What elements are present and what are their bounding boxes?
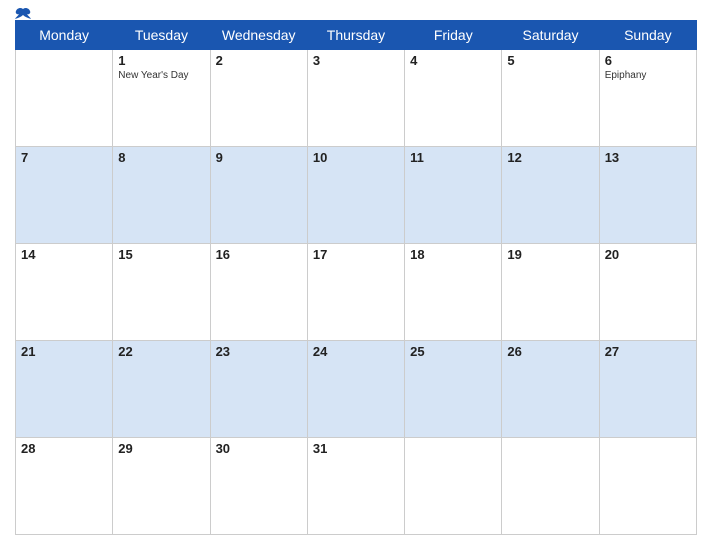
- calendar-cell: 18: [405, 244, 502, 341]
- calendar-cell: 7: [16, 147, 113, 244]
- day-number: 22: [118, 344, 204, 359]
- weekday-header-tuesday: Tuesday: [113, 21, 210, 50]
- day-number: 16: [216, 247, 302, 262]
- calendar-cell: 20: [599, 244, 696, 341]
- calendar-cell: 26: [502, 341, 599, 438]
- calendar-cell: [502, 438, 599, 535]
- weekday-header-sunday: Sunday: [599, 21, 696, 50]
- day-number: 11: [410, 150, 496, 165]
- day-number: 1: [118, 53, 204, 68]
- calendar-week-row: 789 10 11 12 13: [16, 147, 697, 244]
- calendar-cell: 12: [502, 147, 599, 244]
- day-number: 29: [118, 441, 204, 456]
- calendar-cell: 27: [599, 341, 696, 438]
- calendar-week-row: 28 29 30 31: [16, 438, 697, 535]
- day-number: 23: [216, 344, 302, 359]
- calendar-cell: 5: [502, 50, 599, 147]
- day-number: 12: [507, 150, 593, 165]
- calendar-cell: 16: [210, 244, 307, 341]
- day-number: 4: [410, 53, 496, 68]
- day-number: 2: [216, 53, 302, 68]
- day-number: 25: [410, 344, 496, 359]
- calendar-cell: 24: [307, 341, 404, 438]
- calendar-cell: 2: [210, 50, 307, 147]
- calendar-cell: [16, 50, 113, 147]
- calendar-cell: 22: [113, 341, 210, 438]
- calendar-cell: 25: [405, 341, 502, 438]
- calendar-cell: 17: [307, 244, 404, 341]
- day-number: 14: [21, 247, 107, 262]
- calendar-cell: [405, 438, 502, 535]
- day-number: 8: [118, 150, 204, 165]
- day-number: 18: [410, 247, 496, 262]
- calendar-cell: 30: [210, 438, 307, 535]
- day-number: 27: [605, 344, 691, 359]
- calendar-cell: 21: [16, 341, 113, 438]
- calendar-cell: 11: [405, 147, 502, 244]
- day-number: 30: [216, 441, 302, 456]
- calendar-cell: 3: [307, 50, 404, 147]
- calendar-cell: 8: [113, 147, 210, 244]
- calendar-cell: 14: [16, 244, 113, 341]
- day-number: 26: [507, 344, 593, 359]
- calendar-cell: 28: [16, 438, 113, 535]
- calendar-cell: 10: [307, 147, 404, 244]
- calendar-cell: 23: [210, 341, 307, 438]
- calendar-cell: 4: [405, 50, 502, 147]
- calendar-cell: 9: [210, 147, 307, 244]
- weekday-header-friday: Friday: [405, 21, 502, 50]
- calendar-cell: 31: [307, 438, 404, 535]
- day-number: 15: [118, 247, 204, 262]
- calendar-cell: 19: [502, 244, 599, 341]
- day-number: 7: [21, 150, 107, 165]
- calendar-week-row: 14 15 16 17 18 19 20: [16, 244, 697, 341]
- calendar-week-row: 21 22 23 24 25 26 27: [16, 341, 697, 438]
- calendar-cell: 29: [113, 438, 210, 535]
- calendar-cell: 15: [113, 244, 210, 341]
- calendar-cell: 13: [599, 147, 696, 244]
- day-number: 20: [605, 247, 691, 262]
- calendar-header: [15, 10, 697, 14]
- logo: [15, 7, 33, 21]
- day-number: 10: [313, 150, 399, 165]
- day-number: 6: [605, 53, 691, 68]
- weekday-header-thursday: Thursday: [307, 21, 404, 50]
- weekday-header-wednesday: Wednesday: [210, 21, 307, 50]
- calendar-cell: 6 Epiphany: [599, 50, 696, 147]
- calendar-cell: [599, 438, 696, 535]
- day-number: 28: [21, 441, 107, 456]
- calendar-cell: 1 New Year's Day: [113, 50, 210, 147]
- weekday-header-saturday: Saturday: [502, 21, 599, 50]
- day-number: 9: [216, 150, 302, 165]
- day-number: 17: [313, 247, 399, 262]
- holiday-label: Epiphany: [605, 70, 691, 81]
- logo-bird-icon: [15, 7, 31, 21]
- day-number: 13: [605, 150, 691, 165]
- calendar-table: MondayTuesdayWednesdayThursdayFridaySatu…: [15, 20, 697, 535]
- logo-blue-text: [15, 7, 33, 21]
- holiday-label: New Year's Day: [118, 70, 204, 81]
- day-number: 3: [313, 53, 399, 68]
- day-number: 21: [21, 344, 107, 359]
- calendar-week-row: 1 New Year's Day 23456 Epiphany: [16, 50, 697, 147]
- weekday-header-row: MondayTuesdayWednesdayThursdayFridaySatu…: [16, 21, 697, 50]
- day-number: 31: [313, 441, 399, 456]
- weekday-header-monday: Monday: [16, 21, 113, 50]
- day-number: 24: [313, 344, 399, 359]
- day-number: 5: [507, 53, 593, 68]
- day-number: 19: [507, 247, 593, 262]
